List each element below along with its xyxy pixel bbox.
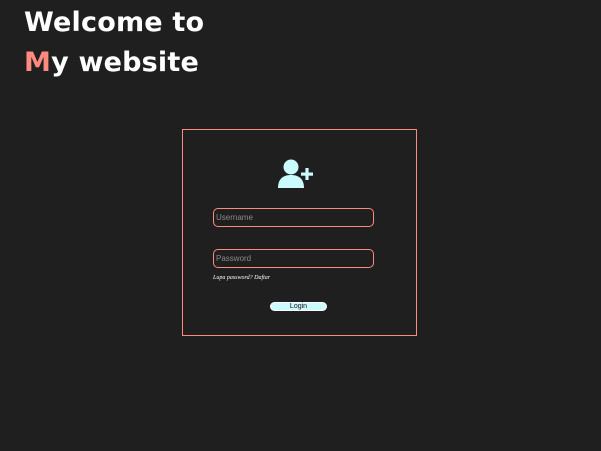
add-user-icon — [277, 158, 317, 192]
login-card: Lupa password? Daftar Login — [182, 129, 417, 336]
welcome-line-1: Welcome to — [24, 7, 205, 38]
welcome-line-2: My website — [24, 43, 204, 83]
welcome-heading: Welcome to My website — [24, 3, 204, 83]
login-button[interactable]: Login — [270, 302, 327, 311]
username-input[interactable] — [213, 208, 374, 227]
forgot-password-text: Lupa password? — [213, 275, 253, 281]
forgot-password-row: Lupa password? Daftar — [213, 275, 270, 281]
page: Welcome to My website Lupa password? Daf… — [0, 0, 601, 451]
welcome-accent-letter: M — [24, 47, 52, 78]
signup-link[interactable]: Daftar — [254, 275, 270, 281]
welcome-line-2-rest: y website — [51, 47, 200, 78]
password-input[interactable] — [213, 249, 374, 268]
